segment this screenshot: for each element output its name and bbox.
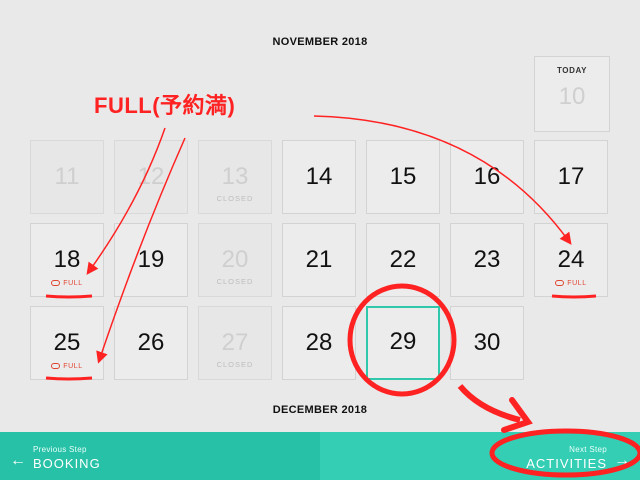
arrow-to-18 bbox=[86, 127, 166, 275]
underline-24 bbox=[551, 294, 597, 299]
underline-25 bbox=[45, 376, 93, 381]
arrow-to-24 bbox=[313, 115, 572, 245]
underline-18 bbox=[45, 294, 93, 299]
annotation-overlay bbox=[45, 115, 640, 478]
arrow-to-25 bbox=[96, 137, 186, 364]
circle-29 bbox=[347, 283, 457, 397]
circle-next-step bbox=[489, 428, 640, 478]
